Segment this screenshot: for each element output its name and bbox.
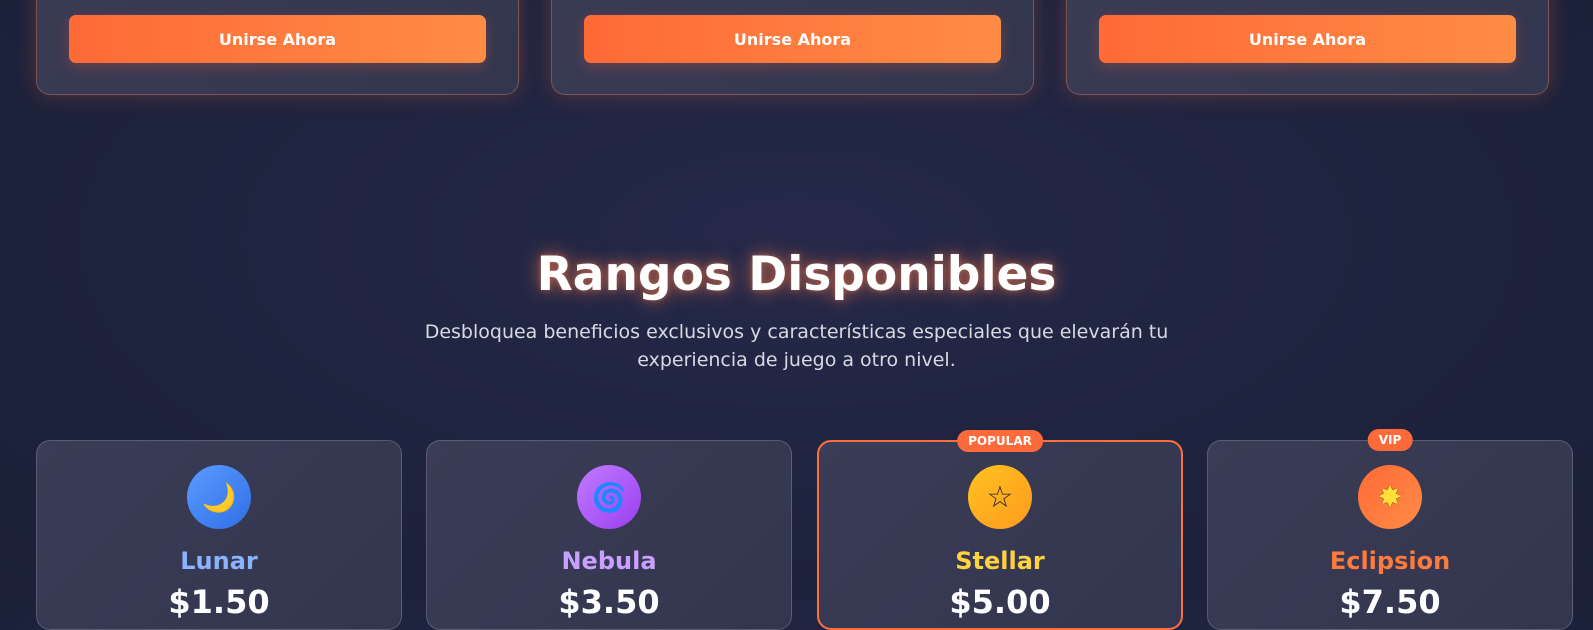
rank-price: $7.50 — [1339, 583, 1441, 621]
rank-price: $3.50 — [558, 583, 660, 621]
sparkle-burst-icon: ✸ — [1358, 465, 1422, 529]
rank-name: Lunar — [180, 547, 258, 575]
rank-name: Nebula — [561, 547, 657, 575]
rank-icon-glyph: 🌀 — [591, 480, 627, 514]
rank-icon-glyph: ☆ — [986, 479, 1014, 515]
rank-name: Eclipsion — [1329, 547, 1451, 575]
ranks-section-subtitle: Desbloquea beneficios exclusivos y carac… — [424, 321, 1169, 371]
join-card: Unirse Ahora — [1066, 0, 1549, 95]
rank-icon-glyph: 🌙 — [201, 480, 237, 514]
star-icon: ☆ — [968, 465, 1032, 529]
nebula-icon: 🌀 — [577, 465, 641, 529]
rank-card-nebula[interactable]: 🌀 Nebula $3.50 — [426, 440, 792, 630]
rank-price: $5.00 — [949, 583, 1051, 621]
ranks-section-title: Rangos Disponibles — [536, 247, 1057, 302]
vip-badge: VIP — [1367, 429, 1413, 451]
rank-price: $1.50 — [168, 583, 270, 621]
rank-name: Stellar — [955, 547, 1045, 575]
rank-card-eclipsion[interactable]: VIP ✸ Eclipsion $7.50 — [1207, 429, 1573, 630]
join-card: Unirse Ahora — [551, 0, 1034, 95]
rank-card-stellar[interactable]: POPULAR ☆ Stellar $5.00 — [817, 430, 1183, 630]
rank-card-lunar[interactable]: 🌙 Lunar $1.50 — [36, 440, 402, 630]
popular-badge: POPULAR — [957, 430, 1043, 452]
join-cards-row: Unirse Ahora Unirse Ahora Unirse Ahora — [0, 0, 1593, 100]
join-now-button[interactable]: Unirse Ahora — [1099, 15, 1516, 63]
rank-icon-glyph: ✸ — [1377, 479, 1403, 515]
join-card: Unirse Ahora — [36, 0, 519, 95]
join-now-button[interactable]: Unirse Ahora — [584, 15, 1001, 63]
join-now-button[interactable]: Unirse Ahora — [69, 15, 486, 63]
crescent-moon-icon: 🌙 — [187, 465, 251, 529]
